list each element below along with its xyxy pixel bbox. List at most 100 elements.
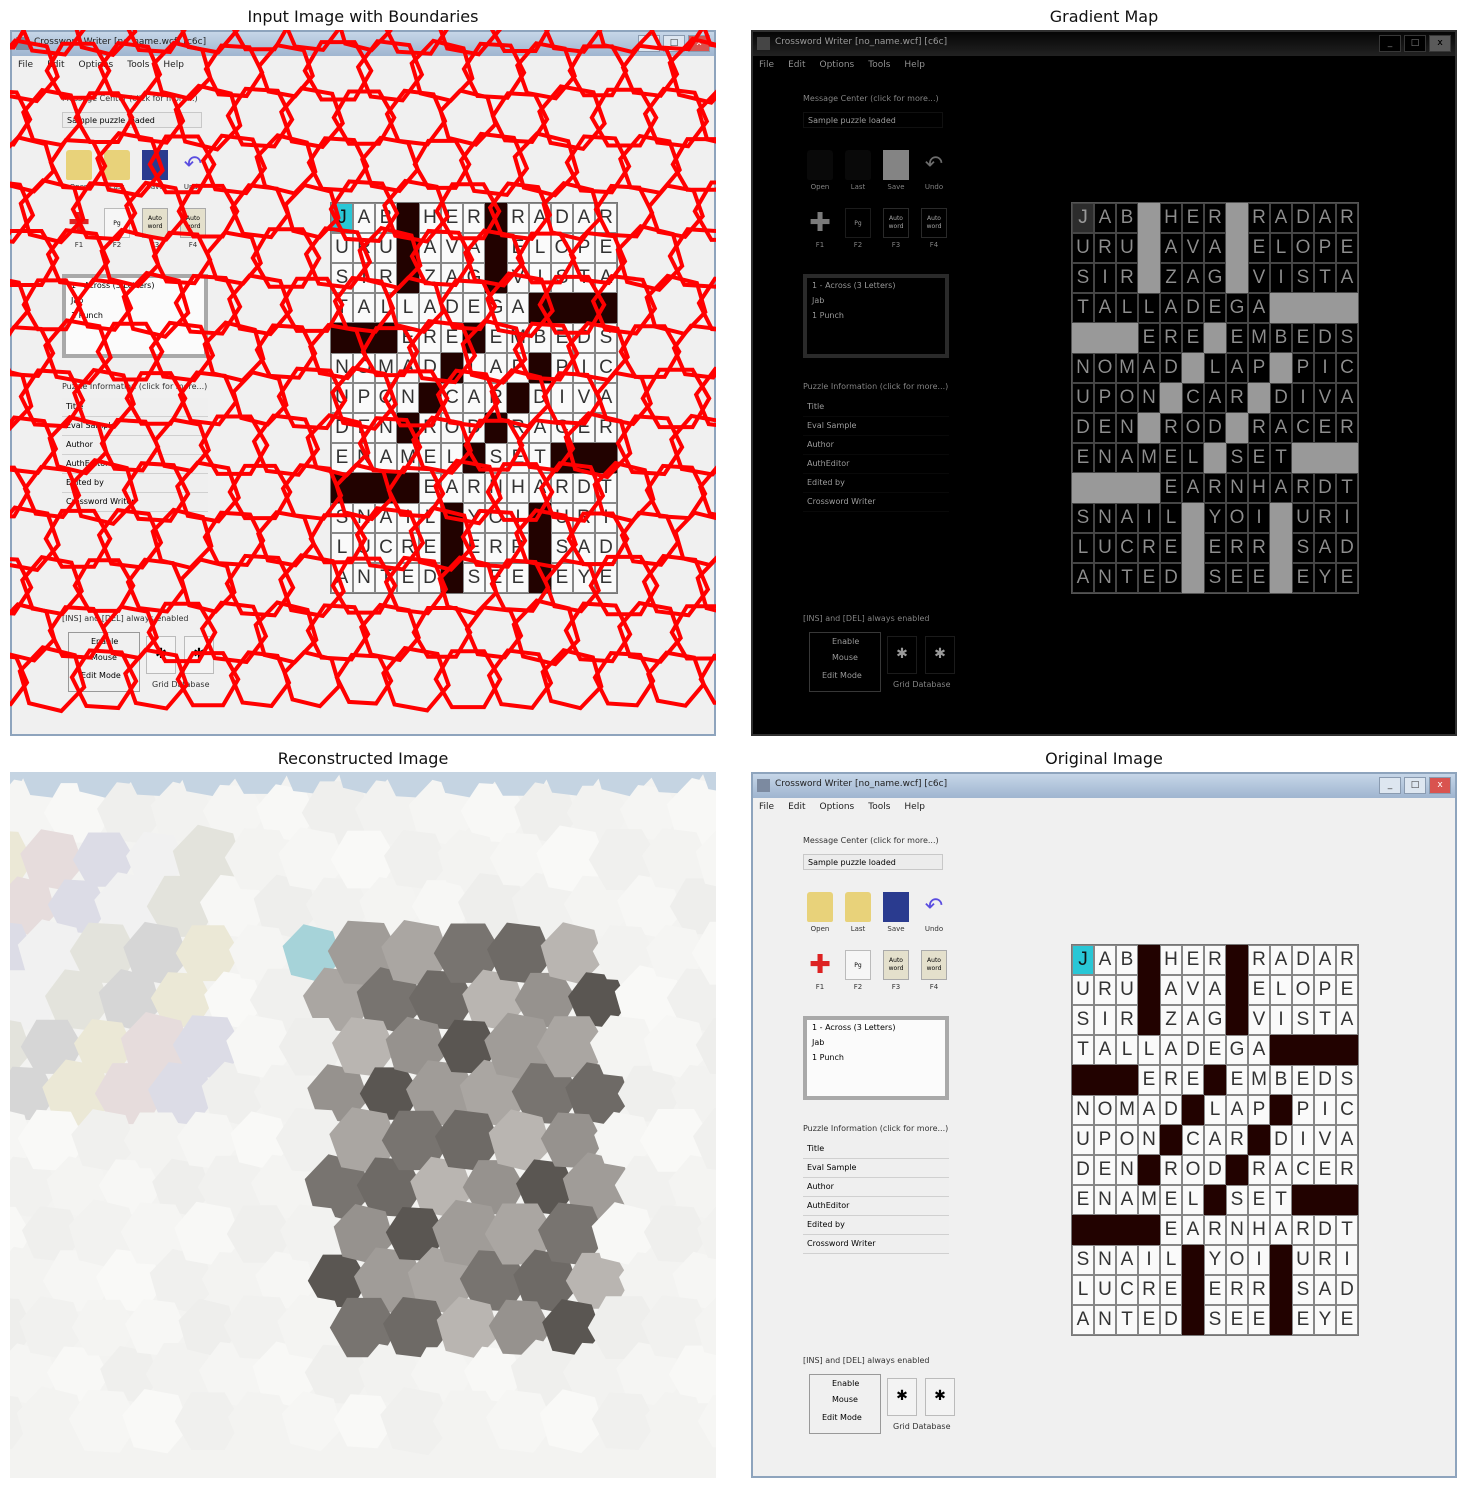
- grid-letter-cell[interactable]: A: [1248, 293, 1270, 323]
- menu-help[interactable]: Help: [904, 60, 925, 70]
- f1-button[interactable]: ✚ F1: [805, 208, 835, 252]
- grid-letter-cell[interactable]: A: [1094, 945, 1116, 975]
- last-button[interactable]: Last: [843, 892, 873, 936]
- open-button[interactable]: Open: [805, 150, 835, 194]
- grid-block-cell[interactable]: [1248, 383, 1270, 413]
- grid-letter-cell[interactable]: E: [1160, 1185, 1182, 1215]
- grid-letter-cell[interactable]: E: [1072, 1185, 1094, 1215]
- grid-letter-cell[interactable]: E: [1094, 413, 1116, 443]
- grid-letter-cell[interactable]: L: [1182, 1185, 1204, 1215]
- grid-block-cell[interactable]: [1270, 1245, 1292, 1275]
- grid-letter-cell[interactable]: I: [1094, 263, 1116, 293]
- grid-letter-cell[interactable]: E: [1138, 1065, 1160, 1095]
- menu-tools[interactable]: Tools: [868, 802, 890, 812]
- grid-block-cell[interactable]: [1270, 1275, 1292, 1305]
- grid-block-cell[interactable]: [1182, 1305, 1204, 1335]
- grid-letter-cell[interactable]: A: [1270, 1215, 1292, 1245]
- grid-letter-cell[interactable]: N: [1094, 563, 1116, 593]
- grid-letter-cell[interactable]: A: [1094, 1035, 1116, 1065]
- grid-letter-cell[interactable]: U: [1292, 1245, 1314, 1275]
- grid-letter-cell[interactable]: U: [1072, 1125, 1094, 1155]
- grid-letter-cell[interactable]: D: [1072, 1155, 1094, 1185]
- grid-letter-cell[interactable]: D: [1204, 413, 1226, 443]
- info-field[interactable]: Author: [803, 1178, 949, 1197]
- grid-block-cell[interactable]: [1336, 1035, 1358, 1065]
- grid-letter-cell[interactable]: R: [1248, 203, 1270, 233]
- f3-button[interactable]: Auto word F3: [881, 208, 911, 252]
- grid-letter-cell[interactable]: E: [1072, 443, 1094, 473]
- grid-block-cell[interactable]: [1204, 1065, 1226, 1095]
- grid-letter-cell[interactable]: E: [1160, 533, 1182, 563]
- grid-letter-cell[interactable]: H: [1248, 1215, 1270, 1245]
- grid-letter-cell[interactable]: G: [1204, 1005, 1226, 1035]
- grid-block-cell[interactable]: [1094, 323, 1116, 353]
- grid-letter-cell[interactable]: V: [1248, 263, 1270, 293]
- grid-block-cell[interactable]: [1226, 233, 1248, 263]
- grid-letter-cell[interactable]: A: [1314, 203, 1336, 233]
- grid-block-cell[interactable]: [1314, 1035, 1336, 1065]
- grid-letter-cell[interactable]: E: [1182, 945, 1204, 975]
- grid-letter-cell[interactable]: L: [1072, 1275, 1094, 1305]
- grid-letter-cell[interactable]: S: [1292, 533, 1314, 563]
- grid-letter-cell[interactable]: O: [1094, 353, 1116, 383]
- enable-option[interactable]: Enable: [832, 1379, 859, 1388]
- grid-letter-cell[interactable]: I: [1292, 383, 1314, 413]
- grid-letter-cell[interactable]: A: [1204, 975, 1226, 1005]
- grid-letter-cell[interactable]: D: [1292, 203, 1314, 233]
- grid-block-cell[interactable]: [1182, 533, 1204, 563]
- grid-letter-cell[interactable]: T: [1314, 263, 1336, 293]
- grid-letter-cell[interactable]: G: [1226, 1035, 1248, 1065]
- grid-letter-cell[interactable]: S: [1292, 1275, 1314, 1305]
- grid-letter-cell[interactable]: A: [1116, 1245, 1138, 1275]
- grid-letter-cell[interactable]: C: [1292, 413, 1314, 443]
- grid-letter-cell[interactable]: N: [1094, 443, 1116, 473]
- grid-letter-cell[interactable]: U: [1094, 1275, 1116, 1305]
- grid-letter-cell[interactable]: N: [1094, 1185, 1116, 1215]
- grid-letter-cell[interactable]: C: [1182, 383, 1204, 413]
- grid-letter-cell[interactable]: C: [1182, 1125, 1204, 1155]
- grid-block-cell[interactable]: [1270, 1095, 1292, 1125]
- grid-block-cell[interactable]: [1072, 473, 1094, 503]
- grid-letter-cell[interactable]: R: [1226, 1275, 1248, 1305]
- undo-button[interactable]: ↶ Undo: [919, 150, 949, 194]
- grid-letter-cell[interactable]: I: [1292, 1125, 1314, 1155]
- grid-letter-cell[interactable]: A: [1314, 533, 1336, 563]
- grid-letter-cell[interactable]: L: [1270, 233, 1292, 263]
- grid-letter-cell[interactable]: N: [1116, 1155, 1138, 1185]
- grid-letter-cell[interactable]: T: [1270, 1185, 1292, 1215]
- grid-block-cell[interactable]: [1182, 353, 1204, 383]
- clue-box[interactable]: 1 - Across (3 Letters) Jab 1 Punch: [803, 274, 949, 358]
- menu-file[interactable]: File: [759, 802, 774, 812]
- grid-letter-cell[interactable]: R: [1094, 975, 1116, 1005]
- grid-block-cell[interactable]: [1314, 443, 1336, 473]
- grid-letter-cell[interactable]: A: [1182, 1005, 1204, 1035]
- grid-block-cell[interactable]: [1138, 233, 1160, 263]
- grid-block-cell[interactable]: [1116, 473, 1138, 503]
- grid-letter-cell[interactable]: N: [1072, 1095, 1094, 1125]
- grid-letter-cell[interactable]: E: [1314, 1155, 1336, 1185]
- grid-letter-cell[interactable]: R: [1336, 413, 1358, 443]
- grid-letter-cell[interactable]: V: [1182, 975, 1204, 1005]
- grid-letter-cell[interactable]: A: [1270, 945, 1292, 975]
- grid-letter-cell[interactable]: A: [1270, 203, 1292, 233]
- grid-letter-cell[interactable]: C: [1336, 353, 1358, 383]
- grid-letter-cell[interactable]: E: [1226, 1305, 1248, 1335]
- grid-letter-cell[interactable]: A: [1336, 383, 1358, 413]
- grid-block-cell[interactable]: [1182, 503, 1204, 533]
- grid-letter-cell[interactable]: H: [1160, 203, 1182, 233]
- grid-letter-cell[interactable]: I: [1336, 503, 1358, 533]
- grid-letter-cell[interactable]: O: [1094, 1095, 1116, 1125]
- grid-letter-cell[interactable]: O: [1226, 1245, 1248, 1275]
- menu-options[interactable]: Options: [820, 60, 855, 70]
- grid-letter-cell[interactable]: A: [1160, 233, 1182, 263]
- grid-letter-cell[interactable]: A: [1116, 443, 1138, 473]
- grid-letter-cell[interactable]: R: [1248, 533, 1270, 563]
- grid-letter-cell[interactable]: I: [1270, 1005, 1292, 1035]
- grid-letter-cell[interactable]: S: [1072, 263, 1094, 293]
- grid-letter-cell[interactable]: M: [1248, 323, 1270, 353]
- puzzle-info-label[interactable]: Puzzle Information (click for more...): [803, 382, 948, 391]
- grid-letter-cell[interactable]: P: [1248, 353, 1270, 383]
- grid-letter-cell[interactable]: L: [1116, 293, 1138, 323]
- grid-letter-cell[interactable]: H: [1248, 473, 1270, 503]
- grid-letter-cell[interactable]: R: [1226, 533, 1248, 563]
